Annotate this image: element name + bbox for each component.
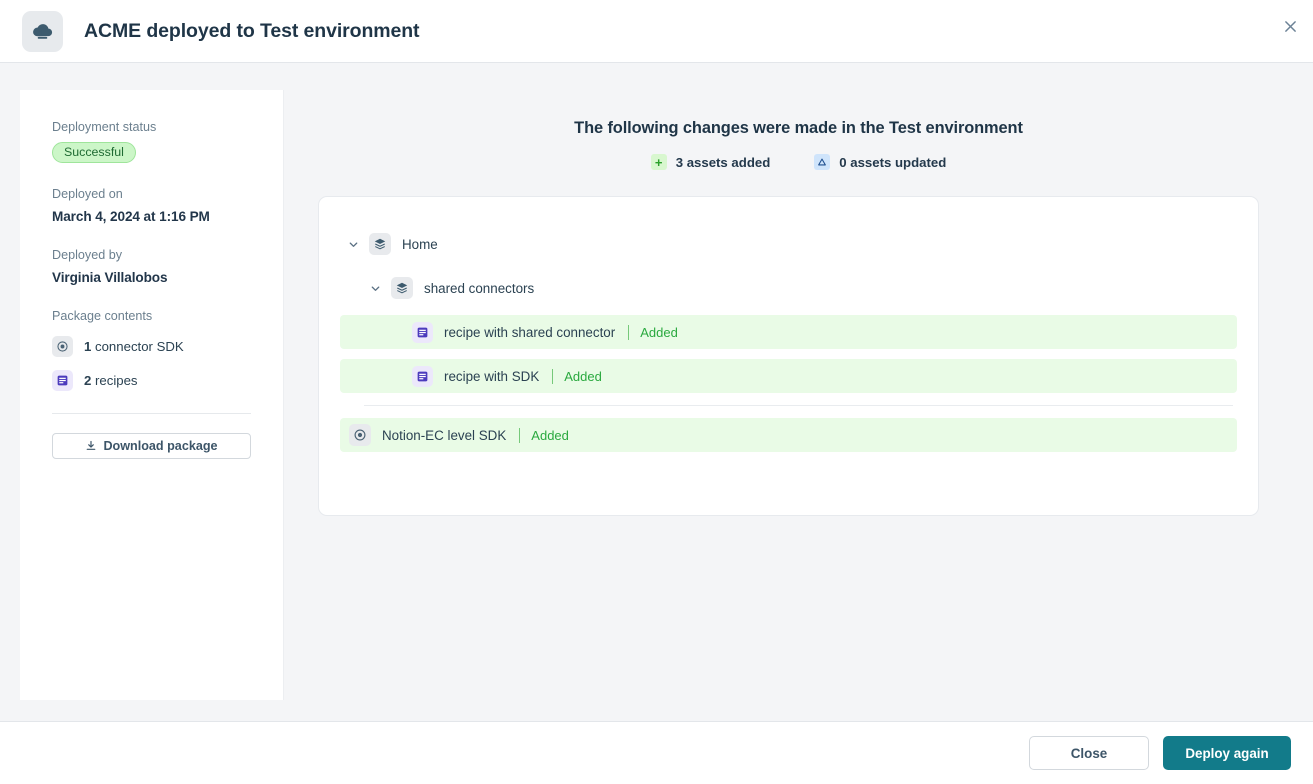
tree-row-folder-shared-connectors[interactable]: shared connectors xyxy=(340,271,1237,305)
package-contents-block: Package contents 1 connector SDK xyxy=(52,309,251,459)
tree-label: recipe with shared connector xyxy=(444,325,615,340)
assets-updated-summary: 0 assets updated xyxy=(814,154,946,170)
changes-summary: + 3 assets added 0 assets updated xyxy=(284,154,1313,170)
layers-icon xyxy=(391,277,413,299)
tree-label: Notion-EC level SDK xyxy=(382,428,506,443)
status-badge: Added xyxy=(564,369,602,384)
tree-row-folder-home[interactable]: Home xyxy=(340,227,1237,261)
plus-icon: + xyxy=(651,154,667,170)
sidebar-divider xyxy=(52,413,251,414)
download-package-button[interactable]: Download package xyxy=(52,433,251,459)
chevron-down-icon[interactable] xyxy=(366,283,384,294)
deployed-on-label: Deployed on xyxy=(52,187,251,201)
package-item-label: 1 connector SDK xyxy=(84,339,184,354)
status-separator xyxy=(552,369,553,384)
recipe-icon xyxy=(412,366,433,387)
changes-panel: The following changes were made in the T… xyxy=(284,63,1313,721)
deployed-on-block: Deployed on March 4, 2024 at 1:16 PM xyxy=(52,187,251,224)
deployment-status-label: Deployment status xyxy=(52,120,251,134)
assets-updated-label: 0 assets updated xyxy=(839,155,946,170)
package-item-label: 2 recipes xyxy=(84,373,138,388)
dialog-header: ACME deployed to Test environment xyxy=(0,0,1313,63)
changes-title: The following changes were made in the T… xyxy=(284,119,1313,138)
package-contents-label: Package contents xyxy=(52,309,251,323)
deployed-on-value: March 4, 2024 at 1:16 PM xyxy=(52,209,251,224)
close-icon[interactable] xyxy=(1276,12,1304,40)
tree-row-asset-notion-ec-sdk[interactable]: Notion-EC level SDK Added xyxy=(340,418,1237,452)
asset-tree-card: Home s xyxy=(318,196,1259,516)
status-badge: Added xyxy=(531,428,569,443)
recipe-icon xyxy=(52,370,73,391)
deployment-status-block: Deployment status Successful xyxy=(52,120,251,163)
deployed-by-value: Virginia Villalobos xyxy=(52,270,251,285)
cloud-upload-icon xyxy=(22,11,63,52)
triangle-icon xyxy=(814,154,830,170)
download-package-label: Download package xyxy=(103,439,217,453)
chevron-down-icon[interactable] xyxy=(344,239,362,250)
tree-row-asset-recipe-shared-connector[interactable]: recipe with shared connector Added xyxy=(340,315,1237,349)
tree-row-asset-recipe-sdk[interactable]: recipe with SDK Added xyxy=(340,359,1237,393)
layers-icon xyxy=(369,233,391,255)
deploy-again-button[interactable]: Deploy again xyxy=(1163,736,1291,770)
download-icon xyxy=(85,440,97,452)
tree-label: shared connectors xyxy=(424,281,534,296)
connector-sdk-icon xyxy=(349,424,371,446)
deployed-by-label: Deployed by xyxy=(52,248,251,262)
connector-sdk-icon xyxy=(52,336,73,357)
assets-added-label: 3 assets added xyxy=(676,155,771,170)
recipe-icon xyxy=(412,322,433,343)
status-separator xyxy=(519,428,520,443)
tree-label: recipe with SDK xyxy=(444,369,539,384)
status-separator xyxy=(628,325,629,340)
assets-added-summary: + 3 assets added xyxy=(651,154,771,170)
dialog-footer: Close Deploy again xyxy=(0,721,1313,784)
tree-divider xyxy=(364,405,1233,406)
deployed-by-block: Deployed by Virginia Villalobos xyxy=(52,248,251,285)
deployment-details-sidebar: Deployment status Successful Deployed on… xyxy=(20,90,284,700)
list-item: 1 connector SDK xyxy=(52,336,251,357)
status-badge: Successful xyxy=(52,142,136,163)
close-button[interactable]: Close xyxy=(1029,736,1149,770)
status-badge: Added xyxy=(640,325,678,340)
dialog-body: Deployment status Successful Deployed on… xyxy=(0,63,1313,721)
deployment-summary-dialog: ACME deployed to Test environment Deploy… xyxy=(0,0,1313,784)
list-item: 2 recipes xyxy=(52,370,251,391)
tree-label: Home xyxy=(402,237,438,252)
page-title: ACME deployed to Test environment xyxy=(84,20,419,43)
